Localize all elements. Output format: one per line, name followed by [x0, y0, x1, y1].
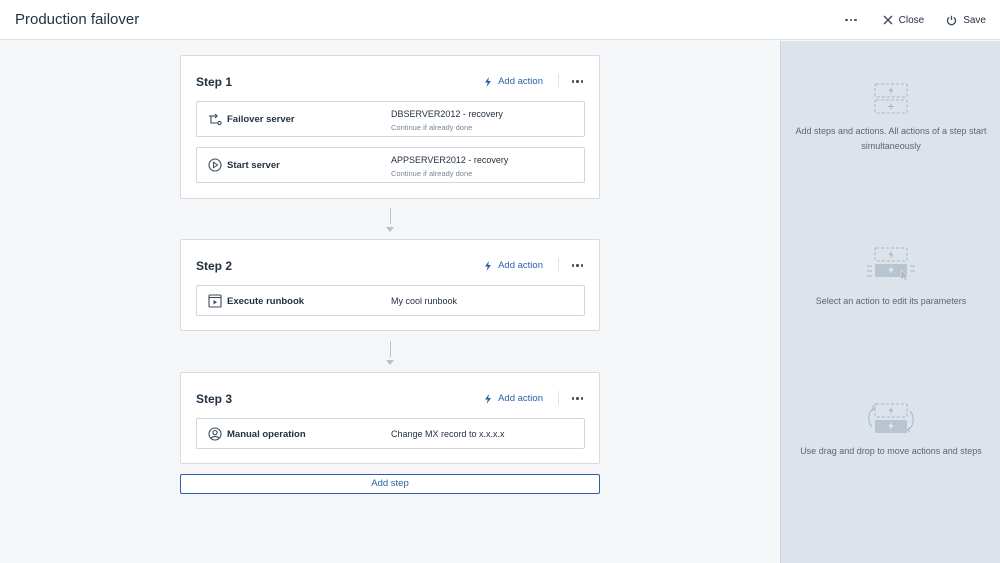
- add-action-button[interactable]: Add action: [484, 76, 543, 87]
- page-title: Production failover: [15, 11, 140, 28]
- add-action-button[interactable]: Add action: [484, 260, 543, 271]
- add-action-label: Add action: [498, 76, 543, 87]
- step-title: Step 1: [196, 75, 233, 89]
- hint-text: Use drag and drop to move actions and st…: [800, 446, 982, 456]
- runbook-icon: [208, 294, 222, 308]
- divider: [558, 391, 559, 405]
- save-button[interactable]: Save: [946, 15, 986, 26]
- close-icon: [883, 15, 893, 25]
- header-actions: Close Save: [845, 0, 986, 40]
- action-value: APPSERVER2012 - recovery: [391, 155, 509, 165]
- play-circle-icon: [208, 158, 222, 172]
- action-subtext: Continue if already done: [391, 169, 473, 178]
- action-value: Change MX record to x.x.x.x: [391, 429, 505, 439]
- action-value: My cool runbook: [391, 296, 458, 306]
- step-more-icon[interactable]: [571, 80, 583, 83]
- ellipsis-icon: [845, 18, 857, 22]
- select-action-illustration-icon: [867, 247, 915, 282]
- action-name: Failover server: [227, 114, 295, 125]
- step-more-icon[interactable]: [571, 397, 583, 400]
- step-card-2[interactable]: Step 2 Add action Execute runbook My coo…: [180, 239, 600, 331]
- divider: [558, 258, 559, 272]
- step-connector-arrow: [386, 208, 394, 232]
- add-action-button[interactable]: Add action: [484, 393, 543, 404]
- add-step-button[interactable]: Add step: [180, 474, 600, 494]
- lightning-icon: [485, 393, 492, 404]
- step-title: Step 3: [196, 392, 233, 406]
- action-name: Manual operation: [227, 429, 306, 440]
- step-title: Step 2: [196, 259, 233, 273]
- hint-text: Select an action to edit its parameters: [815, 296, 967, 306]
- drag-drop-illustration-icon: [868, 403, 914, 433]
- divider: [558, 74, 559, 88]
- user-circle-icon: [208, 427, 222, 441]
- add-action-label: Add action: [498, 260, 543, 271]
- more-button[interactable]: [845, 18, 857, 22]
- step-card-3[interactable]: Step 3 Add action Manual operation Chang…: [180, 372, 600, 464]
- action-name: Execute runbook: [227, 296, 305, 307]
- hints-sidebar: Add steps and actions. All actions of a …: [780, 41, 1000, 563]
- lightning-icon: [485, 76, 492, 87]
- action-subtext: Continue if already done: [391, 123, 473, 132]
- step-connector-arrow: [386, 341, 394, 365]
- close-button[interactable]: Close: [883, 14, 925, 26]
- save-label: Save: [963, 14, 986, 26]
- add-step-illustration-icon: [874, 83, 908, 114]
- step-card-1[interactable]: Step 1 Add action Failover server DBSERV…: [180, 55, 600, 199]
- lightning-icon: [485, 260, 492, 271]
- action-row[interactable]: Manual operation Change MX record to x.x…: [196, 418, 585, 449]
- header: Production failover Close Save: [0, 0, 1000, 40]
- action-name: Start server: [227, 160, 280, 171]
- step-more-icon[interactable]: [571, 264, 583, 267]
- action-row[interactable]: Failover server DBSERVER2012 - recovery …: [196, 101, 585, 137]
- hint-text: Add steps and actions. All actions of a …: [795, 126, 987, 151]
- action-row[interactable]: Start server APPSERVER2012 - recovery Co…: [196, 147, 585, 183]
- action-row[interactable]: Execute runbook My cool runbook: [196, 285, 585, 316]
- add-action-label: Add action: [498, 393, 543, 404]
- close-label: Close: [898, 14, 925, 26]
- action-value: DBSERVER2012 - recovery: [391, 109, 503, 119]
- save-power-icon: [947, 15, 957, 25]
- failover-icon: [209, 113, 222, 126]
